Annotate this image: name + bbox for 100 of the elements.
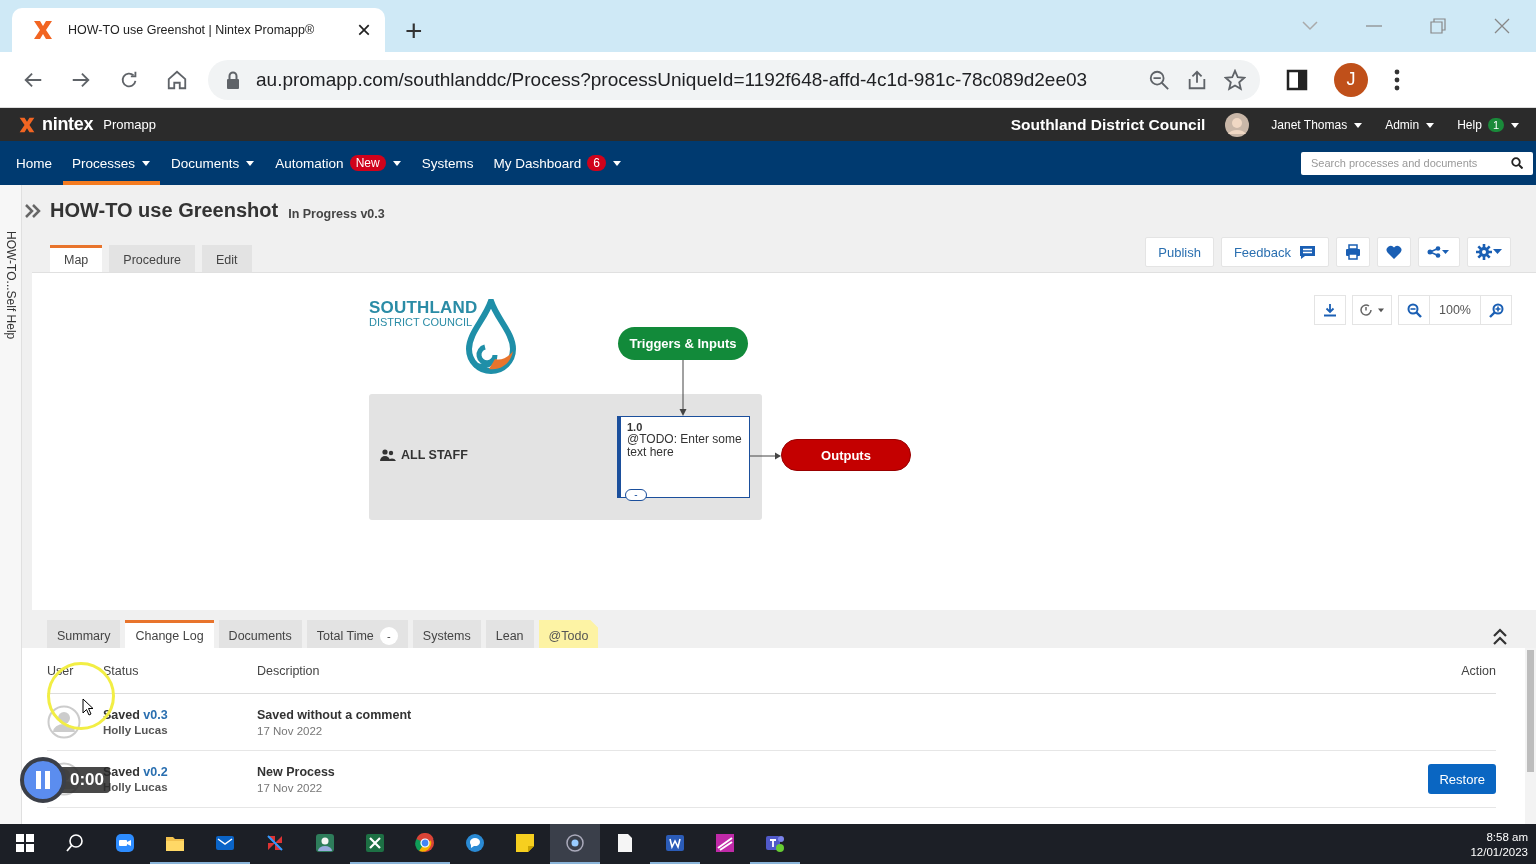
user-menu[interactable]: Janet Thomas bbox=[1271, 117, 1364, 132]
column-header: Status bbox=[103, 648, 257, 694]
collapse-icon[interactable] bbox=[1492, 628, 1508, 646]
version-link[interactable]: v0.3 bbox=[143, 708, 168, 722]
help-menu[interactable]: Help 1 bbox=[1457, 117, 1520, 132]
connector-arrow bbox=[749, 452, 781, 460]
address-bar[interactable]: au.promapp.com/southlanddc/Process?processUniqueId=1192f648-affd-4c1d-981c-78c089d2ee03 bbox=[208, 59, 1260, 100]
date-text: 17 Nov 2022 bbox=[257, 781, 324, 794]
settings-icon bbox=[1476, 244, 1502, 260]
cursor-icon bbox=[82, 698, 94, 716]
photo-icon[interactable] bbox=[315, 833, 335, 853]
envelope-icon[interactable] bbox=[215, 833, 235, 853]
history-button[interactable] bbox=[1352, 295, 1392, 325]
zoom-out-button[interactable] bbox=[1398, 295, 1430, 325]
globe-icon[interactable] bbox=[415, 833, 435, 853]
side-panel-icon[interactable] bbox=[1286, 68, 1308, 91]
x-logo-icon bbox=[18, 115, 36, 134]
detail-tab[interactable]: Summary bbox=[47, 620, 121, 648]
document-icon[interactable] bbox=[615, 833, 635, 853]
action-button[interactable]: Feedback bbox=[1220, 237, 1329, 267]
brand-name: nintex bbox=[42, 114, 94, 135]
print-icon bbox=[1345, 244, 1361, 260]
chat-bubble-icon[interactable] bbox=[465, 833, 485, 853]
nav-tab[interactable]: My Dashboard 6 bbox=[484, 141, 631, 185]
share-icon[interactable] bbox=[1186, 68, 1208, 91]
process-status: In Progress v0.3 bbox=[288, 205, 385, 221]
caret-icon bbox=[1425, 120, 1436, 129]
user-name: Holly Lucas bbox=[103, 724, 169, 736]
note-icon[interactable] bbox=[515, 833, 535, 853]
caret-icon bbox=[1353, 120, 1364, 129]
user-avatar-icon bbox=[47, 705, 81, 739]
zoom-out-icon[interactable] bbox=[1148, 68, 1170, 91]
page-icon[interactable] bbox=[665, 833, 685, 853]
new-tab-button[interactable]: + bbox=[399, 16, 429, 46]
double-chevron-icon[interactable] bbox=[24, 203, 42, 218]
view-tab[interactable]: Map bbox=[50, 245, 103, 272]
admin-menu[interactable]: Admin bbox=[1385, 117, 1436, 132]
windows-icon[interactable] bbox=[15, 833, 35, 853]
activity-number: 1.0 bbox=[627, 421, 644, 433]
settings-button[interactable] bbox=[1467, 237, 1511, 267]
share-icon bbox=[1427, 246, 1451, 258]
connector-arrow bbox=[679, 359, 687, 416]
scrollbar[interactable] bbox=[1525, 648, 1536, 824]
nav-tab[interactable]: Systems bbox=[412, 141, 483, 185]
view-tab[interactable]: Edit bbox=[202, 245, 252, 272]
output-node: Outputs bbox=[781, 439, 911, 471]
detail-tab[interactable]: Lean bbox=[485, 620, 534, 648]
column-header: Description bbox=[257, 648, 1376, 694]
pause-icon bbox=[35, 770, 51, 790]
clock-date: 12/01/2023 bbox=[1470, 845, 1528, 858]
share-button[interactable] bbox=[1418, 237, 1460, 267]
print-button[interactable] bbox=[1336, 237, 1370, 267]
process-title: HOW-TO use Greenshot bbox=[50, 199, 279, 222]
star-icon[interactable] bbox=[1224, 68, 1246, 91]
heart-icon bbox=[1386, 245, 1402, 259]
url-text: au.promapp.com/southlanddc/Process?processUniqueId=1192f648-affd-4c1d-981c-78c089d2ee03 bbox=[256, 68, 1089, 91]
zoom-in-icon bbox=[1488, 302, 1504, 318]
zoom-in-button[interactable] bbox=[1480, 295, 1512, 325]
close-tab-button[interactable]: × bbox=[353, 18, 375, 42]
pinwheel-icon[interactable] bbox=[265, 833, 285, 853]
nav-tab[interactable]: Automation New bbox=[266, 141, 411, 185]
view-tab[interactable]: Procedure bbox=[109, 245, 195, 272]
heart-button[interactable] bbox=[1377, 237, 1411, 267]
home-icon[interactable] bbox=[166, 68, 188, 91]
side-panel-label[interactable]: HOW-TO...Self Help bbox=[3, 231, 18, 340]
download-button[interactable] bbox=[1314, 295, 1346, 325]
clock-icon bbox=[1359, 303, 1373, 317]
nav-tab[interactable]: Documents bbox=[162, 141, 265, 185]
chat-icon bbox=[1299, 244, 1316, 260]
detail-tab[interactable]: Documents bbox=[218, 620, 302, 648]
nav-tab[interactable]: Home bbox=[7, 141, 61, 185]
record-icon[interactable] bbox=[565, 833, 585, 853]
search-icon[interactable] bbox=[65, 833, 85, 853]
more-menu-icon[interactable] bbox=[1394, 68, 1400, 91]
browser-tab[interactable]: HOW-TO use Greenshot | Nintex Promapp® × bbox=[12, 8, 385, 52]
detail-tab[interactable]: Total Time - bbox=[306, 620, 408, 648]
detail-tab[interactable]: @Todo bbox=[538, 620, 599, 648]
caret-icon bbox=[1377, 307, 1385, 313]
tab-title: HOW-TO use Greenshot | Nintex Promapp® bbox=[68, 23, 316, 37]
expand-toggle[interactable]: - bbox=[625, 489, 647, 501]
detail-tab[interactable]: Change Log bbox=[125, 620, 214, 648]
profile-button[interactable]: J bbox=[1334, 62, 1368, 97]
column-header: Action bbox=[1376, 648, 1496, 694]
restore-button[interactable]: Restore bbox=[1428, 764, 1496, 794]
close-icon[interactable] bbox=[1494, 18, 1510, 34]
zoom-out-icon bbox=[1406, 302, 1422, 318]
video-camera-icon[interactable] bbox=[115, 833, 135, 853]
people-icon bbox=[380, 449, 396, 461]
lock-icon bbox=[226, 70, 240, 89]
grid-icon[interactable] bbox=[365, 833, 385, 853]
organisation-name: Southland District Council bbox=[1010, 115, 1206, 134]
search-field[interactable]: Search processes and documents bbox=[1301, 151, 1533, 175]
activity-text: @TODO: Enter some text here bbox=[627, 433, 743, 460]
clock-time: 8:58 am bbox=[1486, 830, 1528, 843]
caret-icon bbox=[1510, 120, 1520, 129]
detail-tab[interactable]: Systems bbox=[412, 620, 481, 648]
action-button[interactable]: Publish bbox=[1145, 237, 1214, 267]
stripes-icon[interactable] bbox=[715, 833, 735, 853]
version-link[interactable]: v0.2 bbox=[143, 765, 168, 779]
people-chat-icon[interactable] bbox=[765, 833, 785, 853]
